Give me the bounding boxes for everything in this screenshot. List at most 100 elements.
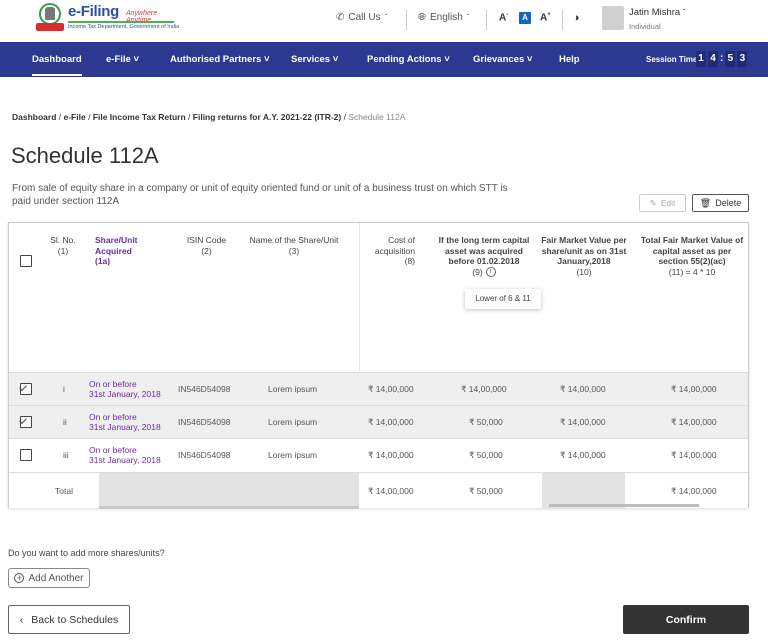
cell-name: Lorem ipsum <box>268 450 318 460</box>
font-decrease-button[interactable]: A- <box>499 12 508 23</box>
language-label: English <box>430 12 463 23</box>
nav-services[interactable]: Services ˅ <box>291 54 338 65</box>
cell-lt-capital: ₹ 50,000 <box>469 450 503 460</box>
user-role: Individual <box>629 22 661 31</box>
breadcrumb-filing-returns[interactable]: Filing returns for A.Y. 2021-22 (ITR-2) <box>193 112 341 122</box>
header-sl-no: Sl. No. (1) <box>50 235 76 256</box>
breadcrumb-dashboard[interactable]: Dashboard <box>12 112 56 122</box>
breadcrumb: Dashboard / e-File / File Income Tax Ret… <box>12 112 406 122</box>
chevron-left-icon: ‹ <box>19 613 24 626</box>
cell-fmv: ₹ 14,00,000 <box>560 450 606 460</box>
table-row[interactable]: iii On or before 31st January, 2018 IN546… <box>9 438 748 471</box>
edit-button[interactable]: ✎ Edit <box>639 194 686 212</box>
divider <box>486 10 487 30</box>
nav-authorised-partners[interactable]: Authorised Partners ˅ <box>170 54 270 65</box>
font-increase-button[interactable]: A+ <box>540 12 551 23</box>
timer-digit: 1 <box>696 51 706 67</box>
avatar[interactable] <box>602 6 624 30</box>
cell-isin: IN546D54098 <box>178 417 231 427</box>
cell-fmv: ₹ 14,00,000 <box>560 417 606 427</box>
scrollbar-track[interactable] <box>99 506 359 509</box>
timer-digit: 4 <box>708 51 718 67</box>
table-row[interactable]: ii On or before 31st January, 2018 IN546D… <box>9 405 748 438</box>
total-row: Total ₹ 14,00,000 ₹ 50,000 ₹ 14,00,000 <box>9 472 748 509</box>
nav-efile[interactable]: e-File ˅ <box>106 54 139 65</box>
schedule-table: Sl. No. (1) Share/Unit Acquired (1a) ISIN … <box>8 222 749 509</box>
cell-cost: ₹ 14,00,000 <box>368 417 414 427</box>
nav-dashboard[interactable]: Dashboard <box>32 54 82 76</box>
page-title: Schedule 112A <box>11 143 159 168</box>
cell-isin: IN546D54098 <box>178 384 231 394</box>
header-total-fmv: Total Fair Market Value of capital asset… <box>640 235 744 277</box>
table-row[interactable]: i On or before 31st January, 2018 IN546D5… <box>9 372 748 405</box>
national-emblem-icon <box>36 2 64 34</box>
cell-lt-capital: ₹ 50,000 <box>469 417 503 427</box>
row-checkbox[interactable] <box>20 383 32 395</box>
cell-acquired: On or before 31st January, 2018 <box>89 445 161 465</box>
timer-digit: 5 <box>725 51 736 67</box>
user-menu[interactable]: Jatin Mishra ˇ <box>629 7 686 18</box>
cell-isin: IN546D54098 <box>178 450 231 460</box>
cell-name: Lorem ipsum <box>268 417 318 427</box>
font-normal-button[interactable]: A <box>519 12 531 24</box>
top-bar: e-Filing Anywhere Anytime Income Tax Dep… <box>0 0 768 42</box>
trash-icon: 🗑︎ <box>699 197 712 208</box>
scrollbar-thumb[interactable] <box>549 504 699 507</box>
confirm-button[interactable]: Confirm <box>623 605 749 634</box>
session-timer: 1 4 : 5 3 <box>696 51 748 67</box>
brand-name: e-Filing <box>68 3 119 20</box>
header-fmv: Fair Market Value per share/unit as on 3… <box>541 235 627 277</box>
phone-icon: ✆ <box>336 12 345 23</box>
cell-sl-no: i <box>63 384 65 394</box>
cell-sl-no: iii <box>63 450 69 460</box>
nav-grievances[interactable]: Grievances ˅ <box>473 54 532 65</box>
timer-digit: 3 <box>737 51 748 67</box>
cell-total-fmv: ₹ 14,00,000 <box>671 384 717 394</box>
globe-icon: 🌐︎ <box>418 12 426 23</box>
header-lt-capital: If the long term capital asset was acqui… <box>438 235 530 278</box>
plus-circle-icon: + <box>14 573 25 583</box>
divider <box>406 10 407 30</box>
cell-cost: ₹ 14,00,000 <box>368 384 414 394</box>
breadcrumb-file-itr[interactable]: File Income Tax Return <box>93 112 186 122</box>
row-checkbox[interactable] <box>20 449 32 461</box>
cell-acquired: On or before 31st January, 2018 <box>89 379 161 399</box>
total-cost: ₹ 14,00,000 <box>368 486 414 496</box>
total-fmv: ₹ 14,00,000 <box>671 486 717 496</box>
info-icon[interactable]: i <box>485 267 496 278</box>
breadcrumb-current: Schedule 112A <box>348 112 406 122</box>
back-to-schedules-button[interactable]: ‹ Back to Schedules <box>8 605 130 634</box>
header-share-name: Name of the Share/Unit (3) <box>249 235 339 256</box>
timer-separator: : <box>720 53 724 64</box>
page-description: From sale of equity share in a company o… <box>12 183 508 207</box>
total-lt-capital: ₹ 50,000 <box>469 486 503 496</box>
tooltip: Lower of 6 & 11 <box>465 289 541 309</box>
add-more-question: Do you want to add more shares/units? <box>8 548 165 558</box>
cell-acquired: On or before 31st January, 2018 <box>89 412 161 432</box>
divider <box>562 10 563 30</box>
add-another-button[interactable]: + Add Another <box>8 568 90 588</box>
column-divider <box>359 223 360 371</box>
delete-button[interactable]: 🗑︎ Delete <box>692 194 749 212</box>
row-checkbox[interactable] <box>20 416 32 428</box>
contrast-toggle-icon[interactable]: ◑ <box>573 12 580 24</box>
cell-total-fmv: ₹ 14,00,000 <box>671 417 717 427</box>
breadcrumb-efile[interactable]: e-File <box>64 112 86 122</box>
cell-total-fmv: ₹ 14,00,000 <box>671 450 717 460</box>
chevron-down-icon: ˇ <box>466 13 470 22</box>
language-dropdown[interactable]: 🌐︎ English ˇ <box>418 12 469 23</box>
select-all-checkbox[interactable] <box>20 255 32 267</box>
cell-cost: ₹ 14,00,000 <box>368 450 414 460</box>
call-us-label: Call Us <box>348 12 381 23</box>
nav-pending-actions[interactable]: Pending Actions ˅ <box>367 54 450 65</box>
empty-cell <box>99 473 359 509</box>
efiling-logo[interactable]: e-Filing Anywhere Anytime Income Tax Dep… <box>36 2 179 38</box>
call-us-dropdown[interactable]: ✆ Call Us ˇ <box>336 12 387 23</box>
cell-lt-capital: ₹ 14,00,000 <box>461 384 507 394</box>
chevron-down-icon: ˇ <box>682 8 686 17</box>
total-label: Total <box>55 486 73 496</box>
header-share-acquired: Share/Unit Acquired (1a) <box>95 235 138 266</box>
nav-help[interactable]: Help <box>559 54 580 65</box>
pencil-icon: ✎ <box>649 197 657 208</box>
chevron-down-icon: ˇ <box>384 13 388 22</box>
